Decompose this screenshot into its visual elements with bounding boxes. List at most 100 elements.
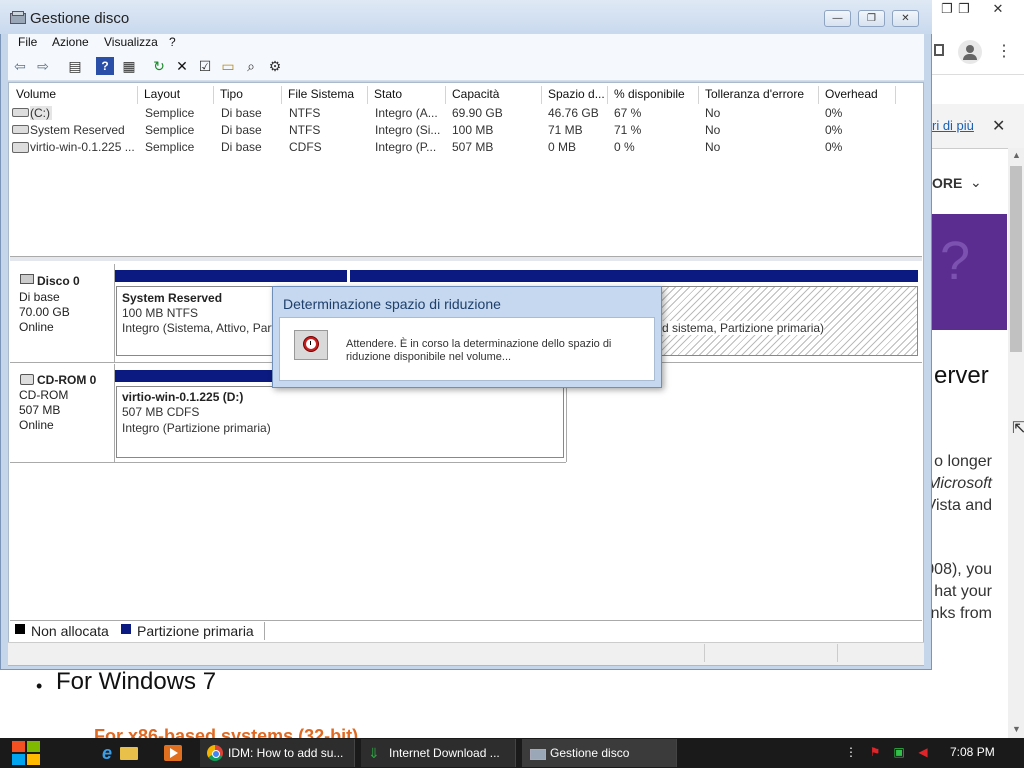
task-internet-download-manager[interactable]: Internet Download ... bbox=[361, 739, 516, 767]
browser-close-icon[interactable]: ✕ bbox=[986, 0, 1010, 18]
col-disponibile[interactable]: % disponibile bbox=[608, 86, 699, 104]
action-center-flag-icon[interactable]: ⚑ bbox=[866, 743, 884, 761]
drive-icon bbox=[12, 124, 29, 134]
menu-help[interactable]: ? bbox=[169, 35, 176, 49]
cdrom-0-status: Online bbox=[19, 418, 54, 432]
banner-close-icon[interactable]: ✕ bbox=[992, 116, 1005, 136]
col-stato[interactable]: Stato bbox=[368, 86, 446, 104]
disk-0-type: Di base bbox=[19, 290, 60, 304]
close-button[interactable]: ✕ bbox=[892, 10, 919, 27]
start-button[interactable] bbox=[10, 739, 42, 767]
col-spazio[interactable]: Spazio d... bbox=[542, 86, 608, 104]
menu-azione[interactable]: Azione bbox=[52, 35, 89, 49]
idm-icon: ⇓ bbox=[368, 745, 380, 761]
col-tolleranza[interactable]: Tolleranza d'errore bbox=[699, 86, 819, 104]
question-icon: ? bbox=[940, 231, 971, 291]
table-cell: 69.90 GB bbox=[452, 106, 503, 120]
divider bbox=[566, 386, 567, 462]
minimize-button[interactable]: — bbox=[824, 10, 851, 27]
disk-0-status: Online bbox=[19, 320, 54, 334]
check-icon[interactable]: ☑ bbox=[196, 57, 214, 75]
delete-icon[interactable]: ✕ bbox=[173, 57, 191, 75]
shrink-dialog: Determinazione spazio di riduzione Atten… bbox=[272, 286, 662, 388]
forward-icon[interactable]: ⇨ bbox=[34, 57, 52, 75]
col-volume[interactable]: Volume bbox=[10, 86, 138, 104]
legend-swatch-unallocated bbox=[15, 624, 25, 634]
cdrom-0-size: 507 MB bbox=[19, 403, 61, 417]
browser-maximize-icon[interactable]: ❐ bbox=[952, 0, 976, 18]
table-cell: Di base bbox=[221, 123, 262, 137]
tab-icon[interactable] bbox=[934, 44, 944, 56]
divider bbox=[264, 622, 265, 640]
open-icon[interactable]: ▭ bbox=[219, 57, 237, 75]
table-cell: 71 % bbox=[614, 123, 642, 137]
window-titlebar[interactable] bbox=[0, 0, 932, 34]
back-icon[interactable]: ⇦ bbox=[11, 57, 29, 75]
help-icon[interactable]: ? bbox=[96, 57, 114, 75]
partition-size: 507 MB CDFS bbox=[122, 405, 200, 419]
partition-status: Integro (Partizione primaria) bbox=[122, 421, 271, 435]
ie-icon[interactable]: e bbox=[96, 742, 118, 764]
browser-menu-icon[interactable]: ⋮ bbox=[996, 44, 1012, 60]
window-title: Gestione disco bbox=[30, 10, 130, 27]
partition-bar bbox=[115, 270, 347, 282]
table-cell: Semplice bbox=[145, 123, 195, 137]
partition-status: d sistema, Partizione primaria) bbox=[662, 321, 825, 335]
table-cell: No bbox=[705, 140, 721, 154]
table-cell: NTFS bbox=[289, 123, 321, 137]
pane-splitter[interactable] bbox=[10, 256, 922, 261]
page-scroll-thumb[interactable] bbox=[1010, 166, 1022, 352]
profile-avatar-icon[interactable] bbox=[958, 40, 982, 64]
task-label: Gestione disco bbox=[550, 746, 630, 760]
table-cell[interactable]: System Reserved bbox=[30, 123, 138, 137]
folder-icon[interactable] bbox=[118, 742, 140, 764]
menu-file[interactable]: File bbox=[18, 35, 37, 49]
properties-icon[interactable]: ▦ bbox=[120, 57, 138, 75]
menu-visualizza[interactable]: Visualizza bbox=[104, 35, 158, 49]
dialog-title: Determinazione spazio di riduzione bbox=[283, 296, 501, 312]
scroll-down-icon[interactable]: ▼ bbox=[1012, 724, 1021, 734]
table-cell: 67 % bbox=[614, 106, 642, 120]
volume-muted-icon[interactable]: ◀ bbox=[914, 743, 932, 761]
page-heading-fragment: erver bbox=[934, 362, 989, 389]
table-cell: 507 MB bbox=[452, 140, 494, 154]
taskbar-clock[interactable]: 7:08 PM bbox=[950, 745, 995, 759]
console-icon[interactable]: ▤ bbox=[66, 57, 84, 75]
bullet-icon: • bbox=[36, 676, 43, 696]
banner-learn-more-link[interactable]: ri di più bbox=[932, 118, 974, 133]
dialog-message: Attendere. È in corso la determinazione … bbox=[346, 338, 612, 363]
status-bar bbox=[8, 642, 924, 665]
table-cell[interactable]: virtio-win-0.1.225 ... bbox=[30, 140, 138, 154]
tray-overflow-icon[interactable]: ⋮ bbox=[842, 743, 860, 761]
scroll-up-icon[interactable]: ▲ bbox=[1012, 150, 1021, 160]
cdrom-0-type: CD-ROM bbox=[19, 388, 69, 402]
col-capacita[interactable]: Capacità bbox=[446, 86, 542, 104]
cdrom-icon bbox=[12, 139, 29, 153]
maximize-button[interactable]: ❐ bbox=[858, 10, 885, 27]
col-tipo[interactable]: Tipo bbox=[214, 86, 282, 104]
table-cell: CDFS bbox=[289, 140, 322, 154]
nav-more-link[interactable]: ORE bbox=[932, 175, 962, 191]
table-cell: 100 MB bbox=[452, 123, 494, 137]
divider bbox=[704, 644, 705, 662]
chevron-down-icon[interactable]: ⌄ bbox=[970, 174, 982, 191]
dialog-body: Attendere. È in corso la determinazione … bbox=[279, 317, 655, 381]
search-icon[interactable]: ⌕ bbox=[242, 57, 260, 75]
refresh-icon[interactable]: ↻ bbox=[150, 57, 168, 75]
table-cell: Integro (A... bbox=[375, 106, 438, 120]
col-layout[interactable]: Layout bbox=[138, 86, 214, 104]
windows7-heading: For Windows 7 bbox=[56, 668, 217, 695]
col-overhead[interactable]: Overhead bbox=[819, 86, 896, 104]
task-idm-browser[interactable]: IDM: How to add su... bbox=[200, 739, 355, 767]
table-cell[interactable]: (C:) bbox=[30, 106, 52, 120]
network-icon[interactable]: ▣ bbox=[890, 743, 908, 761]
disk-management-taskbar-icon bbox=[530, 746, 546, 760]
col-file-sistema[interactable]: File Sistema bbox=[282, 86, 368, 104]
legend-swatch-primary bbox=[121, 624, 131, 634]
settings-icon[interactable]: ⚙ bbox=[266, 57, 284, 75]
table-cell: Di base bbox=[221, 140, 262, 154]
divider bbox=[10, 462, 566, 463]
task-label: Internet Download ... bbox=[389, 746, 500, 760]
table-cell: Semplice bbox=[145, 140, 195, 154]
media-player-icon[interactable] bbox=[162, 742, 184, 764]
